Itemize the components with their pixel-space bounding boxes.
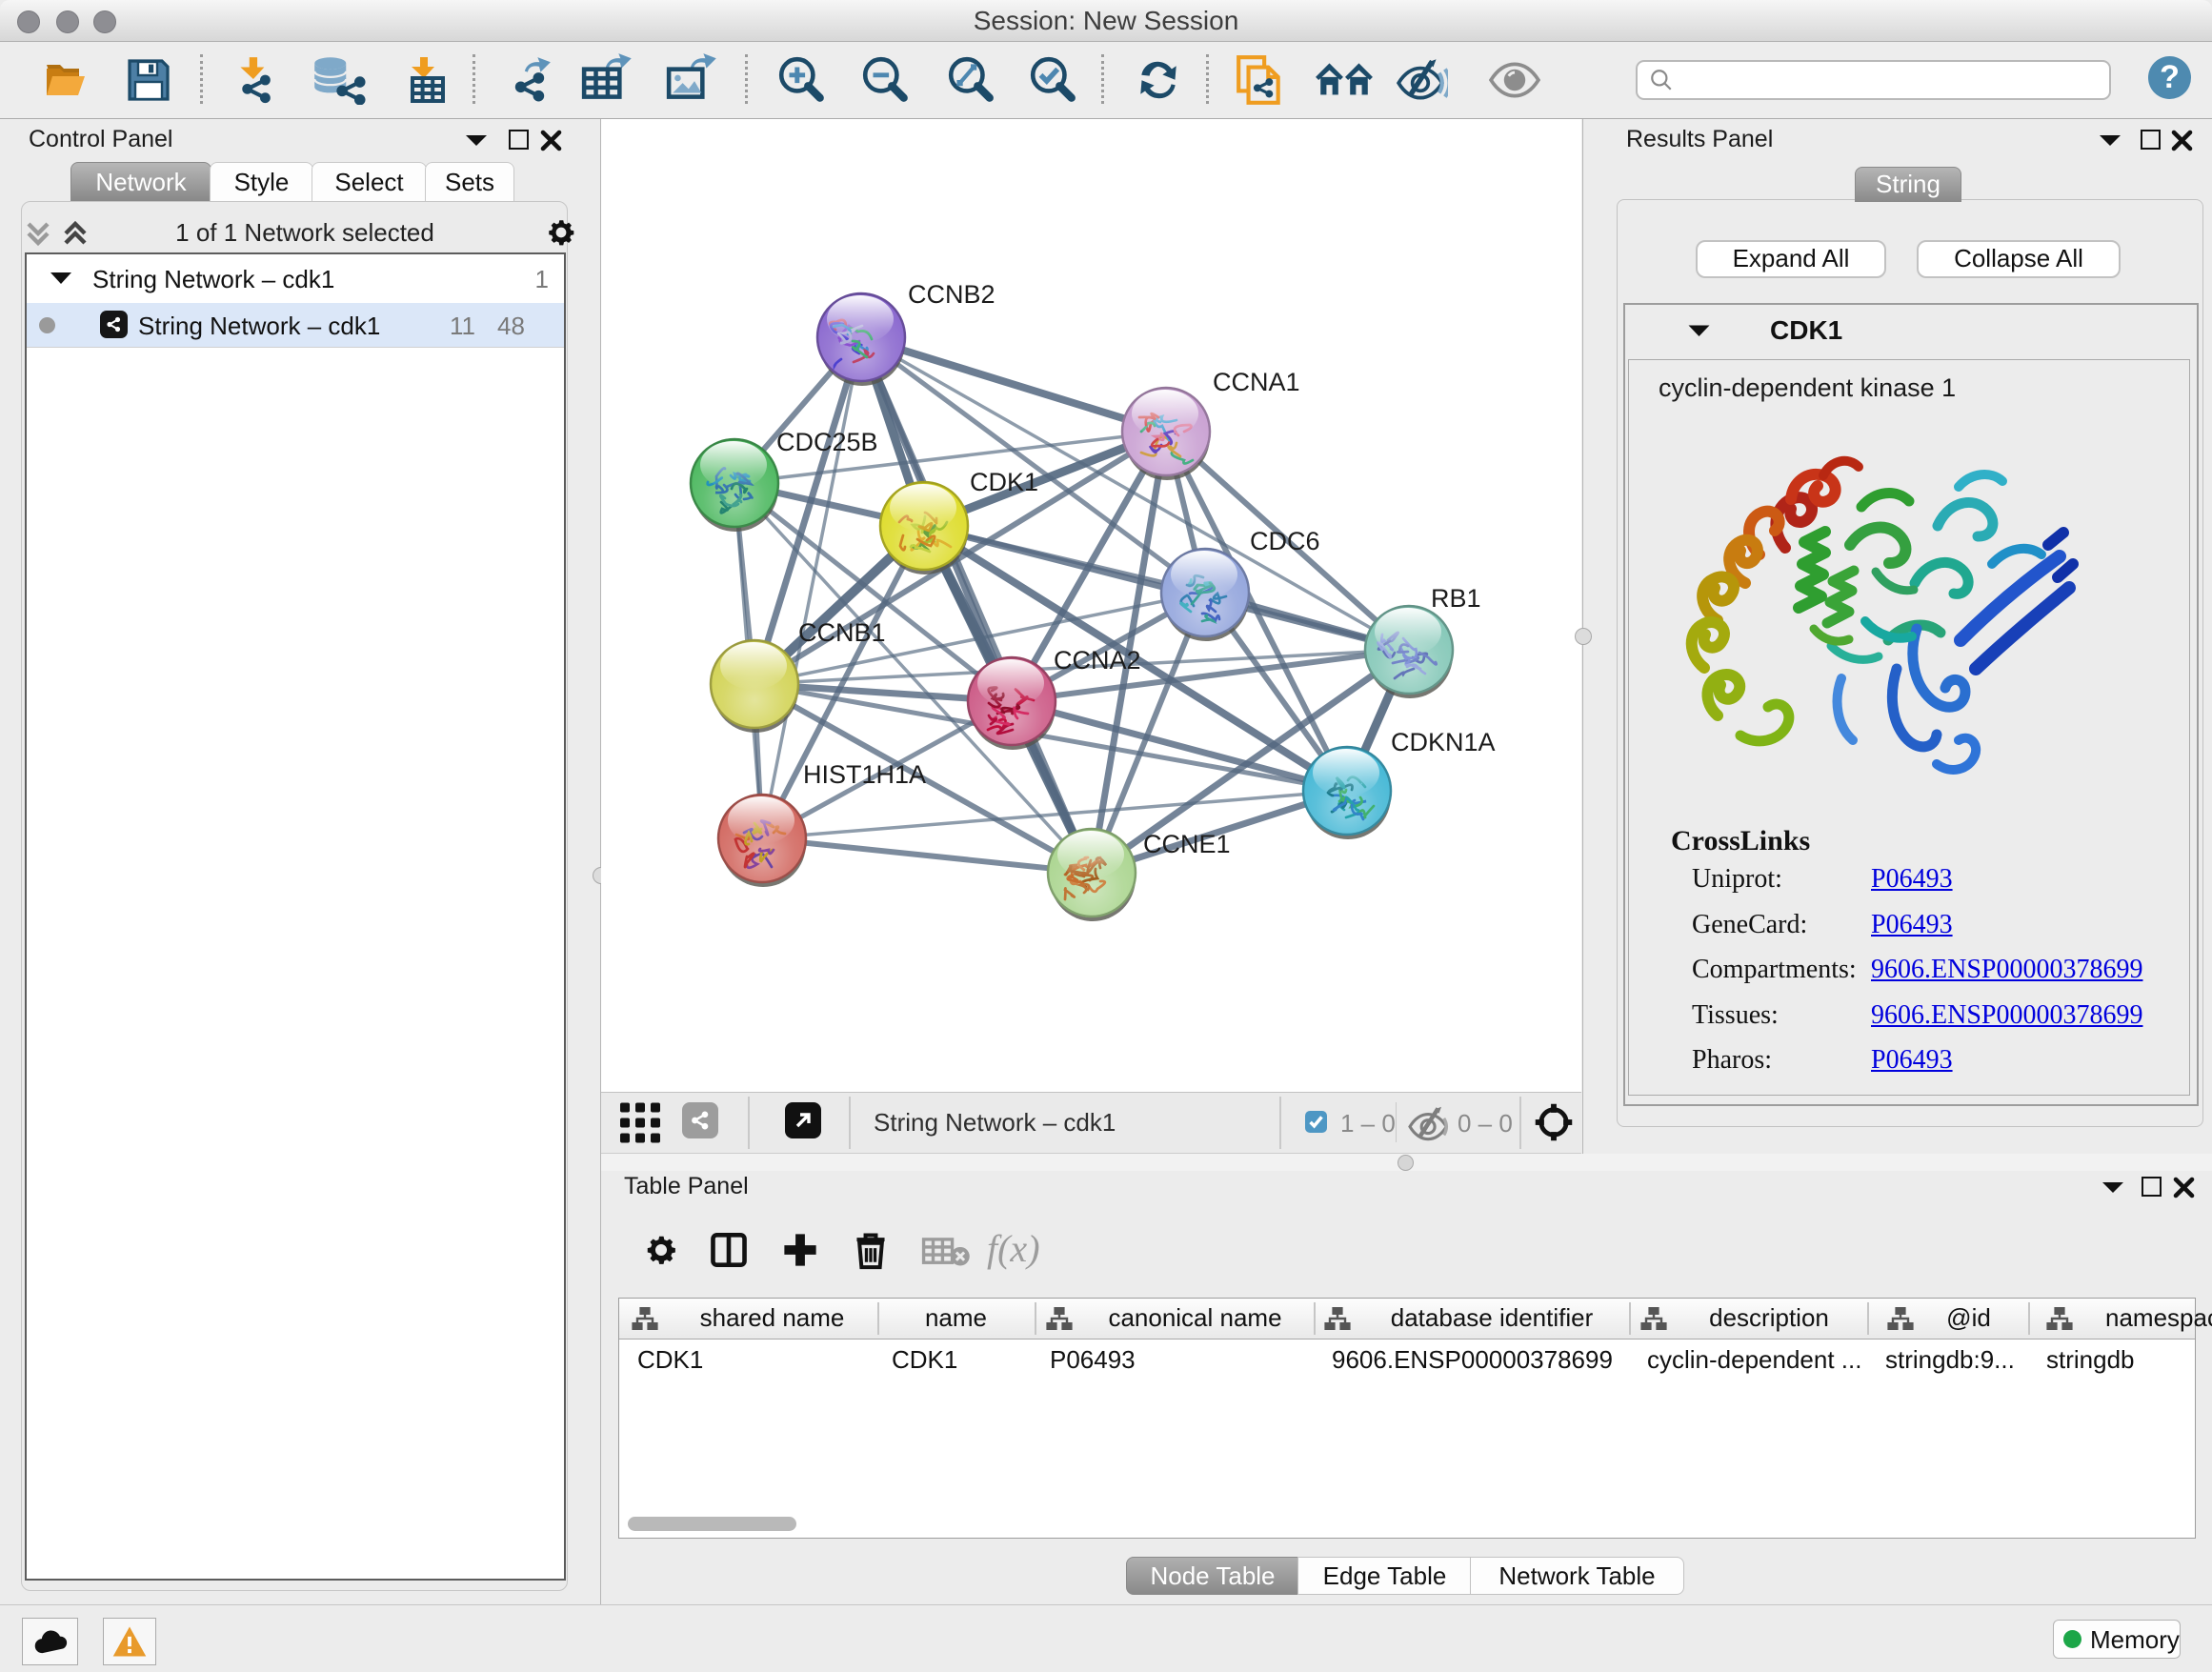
svg-text:CDK1: CDK1 xyxy=(970,468,1038,496)
svg-text:CCNA2: CCNA2 xyxy=(1054,646,1141,675)
svg-text:HIST1H1A: HIST1H1A xyxy=(803,760,926,789)
svg-text:CCNA1: CCNA1 xyxy=(1213,368,1300,396)
svg-text:CCNB2: CCNB2 xyxy=(908,280,995,309)
svg-text:RB1: RB1 xyxy=(1431,584,1481,613)
svg-text:CDC6: CDC6 xyxy=(1250,527,1320,555)
svg-text:CCNB1: CCNB1 xyxy=(798,618,886,647)
svg-text:CDC25B: CDC25B xyxy=(776,428,878,456)
svg-text:CCNE1: CCNE1 xyxy=(1143,830,1231,858)
svg-text:CDKN1A: CDKN1A xyxy=(1391,728,1496,756)
